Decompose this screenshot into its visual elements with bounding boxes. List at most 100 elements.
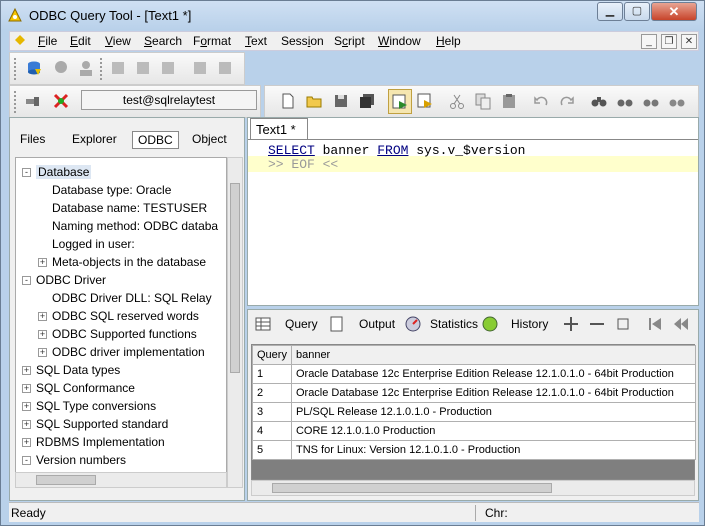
mdi-close-button[interactable]: ✕ [681, 34, 697, 49]
toolbar-grip[interactable] [14, 58, 17, 80]
tab-text1[interactable]: Text1 * [250, 118, 308, 139]
tree-node[interactable]: SQL Type conversions [36, 399, 156, 413]
statistics-icon[interactable] [404, 315, 422, 333]
expand-icon[interactable]: + [22, 384, 31, 393]
expand-icon[interactable]: + [22, 366, 31, 375]
undo-icon[interactable] [532, 92, 550, 110]
plug-icon[interactable] [24, 92, 42, 110]
tree-node[interactable]: ODBC Driver [36, 273, 106, 287]
row-number-cell[interactable]: 4 [252, 421, 292, 441]
minimize-button[interactable]: ▁ [597, 2, 623, 21]
insert-row-icon[interactable] [562, 315, 580, 333]
tree-node[interactable]: RDBMS Implementation [36, 435, 165, 449]
tree-node[interactable]: Naming method: ODBC databa [52, 219, 218, 233]
scroll-thumb[interactable] [230, 183, 240, 373]
banner-cell[interactable]: TNS for Linux: Version 12.1.0.1.0 - Prod… [290, 440, 697, 460]
tree-node[interactable]: Database type: Oracle [52, 183, 171, 197]
tree-node[interactable]: ODBC Driver DLL: SQL Relay [52, 291, 212, 305]
collapse-icon[interactable]: - [22, 168, 31, 177]
delete-row-icon[interactable] [588, 315, 606, 333]
menu-file[interactable]: File [38, 34, 57, 48]
expand-icon[interactable]: + [38, 258, 47, 267]
table-row[interactable]: 1 Oracle Database 12c Enterprise Edition … [252, 364, 697, 384]
expand-icon[interactable]: + [22, 402, 31, 411]
collapse-icon[interactable]: - [22, 456, 31, 465]
maximize-button[interactable]: ▢ [624, 2, 650, 21]
tree-node[interactable]: Logged in user: [52, 237, 135, 251]
expand-icon[interactable]: + [22, 420, 31, 429]
new-file-icon[interactable] [279, 92, 297, 110]
tree-horizontal-scrollbar[interactable] [15, 472, 227, 488]
tab-explorer[interactable]: Explorer [72, 132, 117, 146]
grid-view-icon[interactable] [254, 315, 272, 333]
toolbar-grip[interactable] [14, 91, 17, 113]
output-icon[interactable] [328, 315, 346, 333]
cut-icon[interactable] [448, 92, 466, 110]
menu-format[interactable]: Format [193, 34, 231, 48]
execute-all-icon[interactable] [416, 92, 434, 110]
find-icon[interactable] [590, 92, 608, 110]
tree-node[interactable]: Version numbers [36, 453, 126, 467]
row-number-cell[interactable]: 5 [252, 440, 292, 460]
tree-node[interactable]: SQL Supported standard [36, 417, 168, 431]
copy-icon[interactable] [474, 92, 492, 110]
find-previous-icon[interactable] [642, 92, 660, 110]
tree-node[interactable]: ODBC SQL reserved words [52, 309, 199, 323]
find-next-icon[interactable] [616, 92, 634, 110]
banner-cell[interactable]: PL/SQL Release 12.1.0.1.0 - Production [290, 402, 697, 422]
tab-odbc[interactable]: ODBC [132, 131, 179, 149]
sort-icon[interactable] [159, 59, 177, 77]
expand-icon[interactable]: + [38, 312, 47, 321]
redo-icon[interactable] [558, 92, 576, 110]
menu-edit[interactable]: Edit [70, 34, 91, 48]
save-icon[interactable] [332, 92, 350, 110]
save-all-icon[interactable] [358, 92, 376, 110]
table-row[interactable]: 4 CORE 12.1.0.1.0 Production [252, 421, 697, 441]
first-record-icon[interactable] [646, 315, 664, 333]
history-icon[interactable] [481, 315, 499, 333]
banner-cell[interactable]: CORE 12.1.0.1.0 Production [290, 421, 697, 441]
table-row[interactable]: 5 TNS for Linux: Version 12.1.0.1.0 - Pro… [252, 440, 697, 460]
menu-window[interactable]: Window [378, 34, 421, 48]
expand-icon[interactable]: + [38, 330, 47, 339]
column-header-banner[interactable]: banner [290, 345, 697, 365]
paste-icon[interactable] [500, 92, 518, 110]
refresh-icon[interactable] [614, 315, 632, 333]
commit-icon[interactable] [109, 59, 127, 77]
run-script-icon[interactable] [52, 92, 70, 110]
row-number-cell[interactable]: 2 [252, 383, 292, 403]
menu-help[interactable]: Help [436, 34, 461, 48]
table-row[interactable]: 2 Oracle Database 12c Enterprise Edition … [252, 383, 697, 403]
sql-editor[interactable]: Text1 * SELECT banner FROM sys.v_$versio… [247, 117, 699, 306]
expand-icon[interactable]: + [22, 438, 31, 447]
mdi-minimize-button[interactable]: _ [641, 34, 657, 49]
tree-node[interactable]: SQL Conformance [36, 381, 135, 395]
disconnect-icon[interactable] [52, 59, 70, 77]
tree-vertical-scrollbar[interactable] [227, 157, 243, 488]
scroll-thumb[interactable] [272, 483, 552, 493]
banner-cell[interactable]: Oracle Database 12c Enterprise Edition R… [290, 383, 697, 403]
tab-output[interactable]: Output [359, 317, 395, 331]
connect-icon[interactable] [25, 59, 43, 77]
import-icon[interactable] [191, 59, 209, 77]
tree-node[interactable]: Database name: TESTUSER [52, 201, 207, 215]
row-number-cell[interactable]: 3 [252, 402, 292, 422]
expand-icon[interactable]: + [38, 348, 47, 357]
tab-object[interactable]: Object [192, 132, 227, 146]
tab-query[interactable]: Query [285, 317, 318, 331]
replace-icon[interactable] [668, 92, 686, 110]
tab-files[interactable]: Files [20, 132, 45, 146]
rollback-icon[interactable] [134, 59, 152, 77]
menu-script[interactable]: Script [334, 34, 365, 48]
tree-node[interactable]: ODBC driver implementation [52, 345, 205, 359]
tree-node[interactable]: Meta-objects in the database [52, 255, 206, 269]
tree-node[interactable]: ODBC Supported functions [52, 327, 197, 341]
previous-page-icon[interactable] [672, 315, 690, 333]
tab-statistics[interactable]: Statistics [430, 317, 478, 331]
menu-text[interactable]: Text [245, 34, 267, 48]
grid-horizontal-scrollbar[interactable] [251, 480, 695, 496]
open-folder-icon[interactable] [305, 92, 323, 110]
banner-cell[interactable]: Oracle Database 12c Enterprise Edition R… [290, 364, 697, 384]
menu-search[interactable]: Search [144, 34, 182, 48]
mdi-restore-button[interactable]: ❐ [661, 34, 677, 49]
